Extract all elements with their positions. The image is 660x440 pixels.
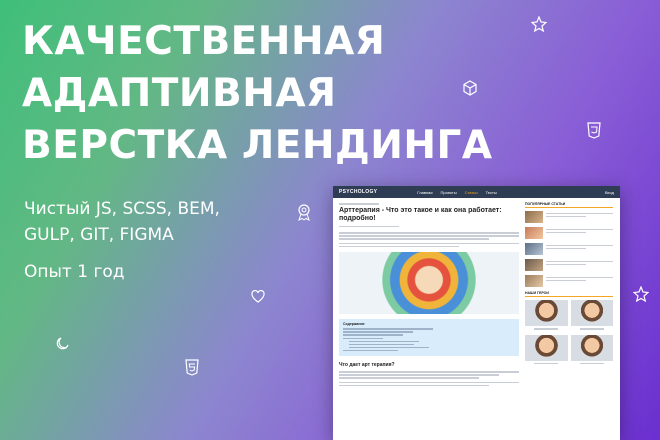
headline-line-2: АДАПТИВНАЯ [22,71,337,116]
html5-icon [184,359,200,377]
badge-icon [296,203,312,221]
mockup-toc: Содержание [339,319,519,357]
mockup-heroes-title: НАШИ ГЕРОИ [525,291,613,297]
mockup-meta [339,225,399,227]
tech-stack-line-1: Чистый JS, SCSS, BEM, [24,199,220,219]
mockup-nav-item: Проекты [440,189,457,195]
css3-icon [586,122,602,140]
cube-icon [462,80,478,96]
mockup-nav: PSYCHOLOGY Главная Проекты Статьи Тесты … [333,186,620,198]
mockup-hero-card [570,300,613,332]
star-icon [633,286,649,302]
website-mockup: PSYCHOLOGY Главная Проекты Статьи Тесты … [333,186,620,440]
mockup-section-title: Что дает арт терапия? [339,362,395,369]
mockup-nav-item: Тесты [485,189,497,195]
mockup-login: Вход [604,189,614,195]
mockup-nav-item: Статьи [464,189,478,195]
mockup-heroes [525,300,613,366]
headline-line-3: ВЕРСТКА ЛЕНДИНГА [22,123,493,168]
mockup-sidebar: ПОПУЛЯРНЫЕ СТАТЬИ НАШИ ГЕРОИ [525,202,613,388]
mockup-logo: PSYCHOLOGY [339,189,378,195]
mockup-popular-item [525,211,613,223]
moon-icon [56,336,70,350]
heart-icon [251,290,265,303]
star-icon [531,16,547,32]
mockup-article: Арттерапия - Что это такое и как она раб… [339,202,519,388]
headline: КАЧЕСТВЕННАЯ АДАПТИВНАЯ ВЕРСТКА ЛЕНДИНГА [22,16,492,172]
mockup-hero-card [525,300,568,332]
mockup-hero-image [339,252,519,315]
mockup-nav-links: Главная Проекты Статьи Тесты [417,190,605,195]
mockup-popular-item [525,243,613,255]
headline-line-1: КАЧЕСТВЕННАЯ [22,19,386,64]
mockup-breadcrumb [339,203,379,205]
mockup-hero-card [570,334,613,367]
mockup-hero-card [525,334,568,367]
mockup-nav-item: Главная [417,189,433,195]
tech-stack-line-2: GULP, GIT, FIGMA [24,225,174,245]
mockup-popular-item [525,259,613,271]
tech-stack: Чистый JS, SCSS, BEM, GULP, GIT, FIGMA [24,196,324,248]
mockup-popular-title: ПОПУЛЯРНЫЕ СТАТЬИ [525,202,613,208]
mockup-popular-item [525,227,613,239]
mockup-toc-title: Содержание [343,322,365,327]
mockup-article-title: Арттерапия - Что это такое и как она раб… [339,206,502,222]
experience: Опыт 1 год [24,262,125,282]
mockup-popular-item [525,275,613,287]
